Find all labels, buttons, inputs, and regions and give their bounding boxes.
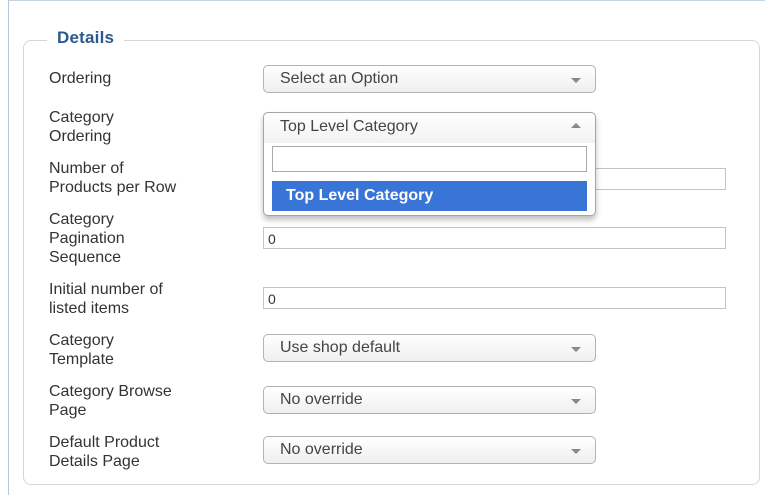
panel-left-border	[8, 0, 9, 495]
category-ordering-select[interactable]: Top Level Category	[264, 113, 595, 143]
initial-listed-items-input[interactable]: 0	[263, 287, 726, 309]
chevron-down-icon	[571, 78, 581, 83]
product-details-page-select-value: No override	[280, 441, 363, 458]
browse-page-label: Category Browse Page	[49, 383, 172, 419]
details-legend: Details	[47, 28, 125, 48]
ordering-select[interactable]: Select an Option	[263, 65, 596, 93]
pagination-sequence-input[interactable]: 0	[263, 227, 726, 249]
initial-listed-items-label: Initial number of listed items	[49, 281, 163, 317]
category-ordering-dropdown: Top Level Category Top Level Category	[263, 112, 596, 216]
browse-page-select-value: No override	[280, 391, 363, 408]
ordering-select-value: Select an Option	[280, 70, 399, 87]
pagination-sequence-label: Category Pagination Sequence	[49, 211, 125, 266]
chevron-up-icon	[571, 123, 581, 128]
dropdown-option-label: Top Level Category	[286, 187, 434, 204]
category-ordering-select-value: Top Level Category	[280, 118, 418, 135]
chevron-down-icon	[571, 347, 581, 352]
panel-top-border	[8, 0, 765, 1]
product-details-page-select[interactable]: No override	[263, 436, 596, 464]
chevron-down-icon	[571, 399, 581, 404]
ordering-label: Ordering	[49, 70, 112, 87]
category-ordering-label: Category Ordering	[49, 109, 114, 145]
category-template-select[interactable]: Use shop default	[263, 334, 596, 362]
chevron-down-icon	[571, 449, 581, 454]
product-details-page-label: Default Product Details Page	[49, 434, 160, 470]
products-per-row-label: Number of Products per Row	[49, 160, 177, 196]
dropdown-search-input[interactable]	[272, 146, 587, 172]
dropdown-option-top-level-category[interactable]: Top Level Category	[272, 181, 587, 211]
category-template-select-value: Use shop default	[280, 339, 401, 356]
browse-page-select[interactable]: No override	[263, 386, 596, 414]
category-template-label: Category Template	[49, 332, 114, 368]
